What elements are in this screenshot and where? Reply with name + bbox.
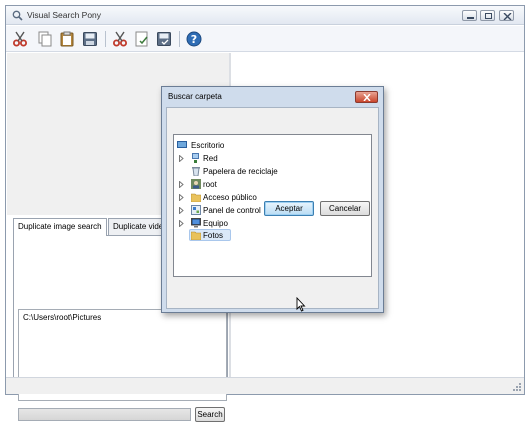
help-icon[interactable]: ? — [186, 31, 202, 47]
close-window-button[interactable] — [499, 10, 514, 21]
maximize-icon — [485, 13, 492, 19]
progress-bar — [18, 408, 191, 421]
expand-arrow-icon[interactable] — [179, 207, 184, 214]
control-panel-icon — [191, 205, 201, 215]
browse-folder-dialog: Buscar carpeta Escritorio Red Papelera d… — [161, 86, 384, 313]
network-icon — [192, 153, 199, 163]
document-save-icon[interactable] — [156, 31, 172, 47]
toolbar-separator — [179, 31, 180, 47]
folder-icon — [191, 193, 201, 202]
save-icon[interactable] — [82, 31, 98, 47]
tree-item-fotos[interactable]: Fotos — [191, 230, 251, 242]
search-button[interactable]: Search — [195, 407, 225, 422]
resize-grip-icon[interactable] — [513, 383, 522, 392]
tree-item-label: Red — [203, 154, 218, 163]
tab-duplicate-video-search[interactable]: Duplicate video search — [108, 218, 168, 235]
tree-item-root[interactable]: root — [179, 179, 367, 191]
desktop-icon — [177, 141, 187, 148]
svg-text:?: ? — [191, 33, 197, 46]
minimize-icon — [467, 17, 474, 19]
tree-item-escritorio[interactable]: Escritorio — [177, 140, 367, 152]
tree-item-label: Fotos — [203, 231, 224, 240]
mouse-cursor-icon — [296, 297, 306, 312]
dialog-close-button[interactable] — [355, 91, 378, 103]
window-title: Visual Search Pony — [27, 10, 102, 20]
expand-arrow-icon[interactable] — [179, 220, 184, 227]
dialog-title-bar[interactable]: Buscar carpeta — [162, 87, 383, 106]
cut-icon[interactable] — [12, 31, 28, 47]
close-icon — [363, 94, 371, 101]
toolbar-separator — [105, 31, 106, 47]
minimize-button[interactable] — [462, 10, 477, 21]
app-icon — [12, 10, 23, 21]
status-bar — [6, 377, 524, 394]
tree-item-label: Panel de control — [203, 206, 261, 215]
cut-alt-icon[interactable] — [112, 31, 128, 47]
folder-icon — [191, 231, 201, 240]
computer-icon — [191, 218, 201, 228]
dialog-title: Buscar carpeta — [168, 92, 222, 101]
tree-item-label: Escritorio — [191, 141, 225, 150]
copy-icon[interactable] — [37, 31, 53, 47]
recycle-bin-icon — [192, 167, 200, 176]
tree-item-label: root — [203, 180, 217, 189]
close-icon — [503, 13, 512, 20]
tree-item-label: Acceso público — [203, 193, 257, 202]
folder-list-item[interactable]: C:\Users\root\Pictures — [23, 313, 222, 322]
tree-item-papelera[interactable]: Papelera de reciclaje — [179, 166, 367, 178]
paste-icon[interactable] — [59, 31, 75, 47]
cancel-button[interactable]: Cancelar — [320, 201, 370, 216]
expand-arrow-icon[interactable] — [179, 181, 184, 188]
accept-button[interactable]: Aceptar — [264, 201, 314, 216]
title-bar[interactable]: Visual Search Pony — [6, 6, 524, 25]
tree-item-label: Equipo — [203, 219, 228, 228]
tree-item-label: Papelera de reciclaje — [203, 167, 278, 176]
toolbar: ? — [6, 26, 524, 52]
document-check-icon[interactable] — [134, 31, 150, 47]
user-folder-icon — [191, 179, 201, 189]
expand-arrow-icon[interactable] — [179, 194, 184, 201]
tree-item-red[interactable]: Red — [179, 153, 367, 165]
tab-duplicate-image-search[interactable]: Duplicate image search — [13, 218, 107, 236]
maximize-button[interactable] — [480, 10, 495, 21]
expand-arrow-icon[interactable] — [179, 155, 184, 162]
